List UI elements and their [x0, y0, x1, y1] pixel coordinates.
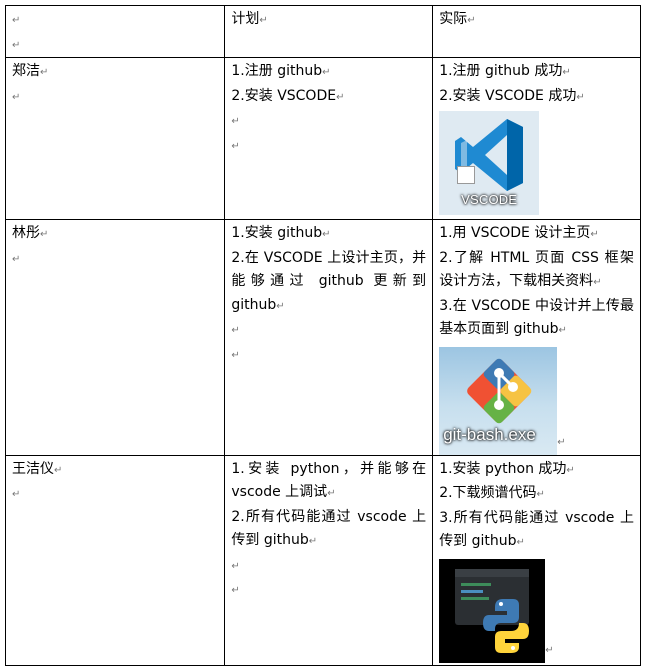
paragraph-mark-icon — [40, 67, 48, 78]
actual-item: 2.了解 HTML 页面 CSS 框架设计方法，下载相关资料 — [439, 249, 634, 290]
plan-cell: 1.安装 python，并能够在 vscode 上调试 2.所有代码能通过 vs… — [224, 454, 434, 666]
paragraph-mark-icon — [12, 40, 20, 51]
name-cell: 郑洁 — [4, 57, 226, 220]
header-plan-label: 计划 — [231, 11, 260, 27]
table-row: 王洁仪 1.安装 python，并能够在 vscode 上调试 2.所有代码能通… — [4, 454, 641, 666]
paragraph-mark-icon — [259, 15, 267, 26]
plan-cell: 1.注册 github 2.安装 VSCODE — [224, 57, 434, 220]
table-row: 郑洁 1.注册 github 2.安装 VSCODE 1.注册 github 成… — [4, 57, 641, 220]
paragraph-mark-icon — [231, 561, 239, 572]
paragraph-mark-icon — [557, 437, 565, 448]
actual-cell: 1.注册 github 成功 2.安装 VSCODE 成功 VSCODE — [432, 57, 641, 220]
plan-item: 2.所有代码能通过 vscode 上传到 github — [231, 508, 427, 549]
paragraph-mark-icon — [231, 325, 239, 336]
paragraph-mark-icon — [576, 92, 584, 103]
plan-vs-actual-table: 计划 实际 郑洁 1.注册 github 2.安装 VSCODE 1.注册 gi… — [4, 5, 641, 666]
table-row: 林彤 1.安装 github 2.在 VSCODE 上设计主页，并能够通过 gi… — [4, 219, 641, 456]
person-name: 郑洁 — [12, 63, 40, 79]
paragraph-mark-icon — [12, 254, 20, 265]
paragraph-mark-icon — [322, 67, 330, 78]
header-cell-plan: 计划 — [224, 5, 434, 58]
paragraph-mark-icon — [593, 277, 601, 288]
paragraph-mark-icon — [467, 15, 475, 26]
paragraph-mark-icon — [336, 92, 344, 103]
paragraph-mark-icon — [590, 229, 598, 240]
name-cell: 王洁仪 — [4, 454, 226, 666]
paragraph-mark-icon — [12, 92, 20, 103]
plan-item: 1.安装 github — [231, 225, 323, 241]
paragraph-mark-icon — [559, 325, 567, 336]
python-icon — [439, 558, 546, 663]
actual-item: 1.注册 github 成功 — [439, 63, 563, 79]
actual-cell: 1.用 VSCODE 设计主页 2.了解 HTML 页面 CSS 框架设计方法，… — [432, 219, 641, 456]
name-cell: 林彤 — [4, 219, 226, 456]
paragraph-mark-icon — [231, 141, 239, 152]
shortcut-arrow-icon — [457, 166, 476, 184]
paragraph-mark-icon — [545, 645, 553, 656]
person-name: 王洁仪 — [12, 460, 54, 477]
paragraph-mark-icon — [12, 489, 20, 500]
python-logo-icon — [455, 568, 530, 653]
actual-item: 1.用 VSCODE 设计主页 — [439, 225, 591, 241]
paragraph-mark-icon — [566, 465, 574, 476]
git-bash-icon-label: git-bash.exe — [443, 425, 536, 444]
paragraph-mark-icon — [327, 488, 335, 499]
paragraph-mark-icon — [54, 465, 62, 476]
paragraph-mark-icon — [309, 536, 317, 547]
plan-item: 1.注册 github — [231, 63, 323, 79]
paragraph-mark-icon — [12, 15, 20, 26]
paragraph-mark-icon — [517, 537, 525, 548]
paragraph-mark-icon — [231, 116, 239, 127]
paragraph-mark-icon — [562, 67, 570, 78]
plan-item: 2.安装 VSCODE — [231, 87, 337, 104]
actual-item: 1.安装 python 成功 — [439, 460, 567, 477]
paragraph-mark-icon — [537, 489, 545, 500]
paragraph-mark-icon — [40, 229, 48, 240]
plan-cell: 1.安装 github 2.在 VSCODE 上设计主页，并能够通过 githu… — [224, 219, 434, 456]
paragraph-mark-icon — [276, 301, 284, 312]
paragraph-mark-icon — [322, 229, 330, 240]
vscode-icon-label: VSCODE — [461, 191, 518, 207]
header-actual-label: 实际 — [439, 11, 468, 27]
person-name: 林彤 — [12, 225, 40, 241]
header-cell-actual: 实际 — [432, 5, 641, 58]
paragraph-mark-icon — [231, 350, 239, 361]
header-cell-name — [4, 5, 226, 58]
actual-cell: 1.安装 python 成功 2.下载频谱代码 3.所有代码能通过 vscode… — [432, 454, 641, 666]
git-bash-icon: git-bash.exe — [439, 346, 558, 455]
paragraph-mark-icon — [231, 585, 239, 596]
plan-item: 2.在 VSCODE 上设计主页，并能够通过 github 更新到 github — [231, 249, 427, 313]
actual-item: 3.所有代码能通过 vscode 上传到 github — [439, 509, 634, 550]
actual-item: 2.安装 VSCODE 成功 — [439, 87, 577, 104]
actual-item: 3.在 VSCODE 中设计并上传最基本页面到 github — [439, 297, 634, 338]
header-row: 计划 实际 — [4, 5, 641, 58]
actual-item: 2.下载频谱代码 — [439, 485, 537, 501]
vscode-icon: VSCODE — [439, 111, 540, 215]
